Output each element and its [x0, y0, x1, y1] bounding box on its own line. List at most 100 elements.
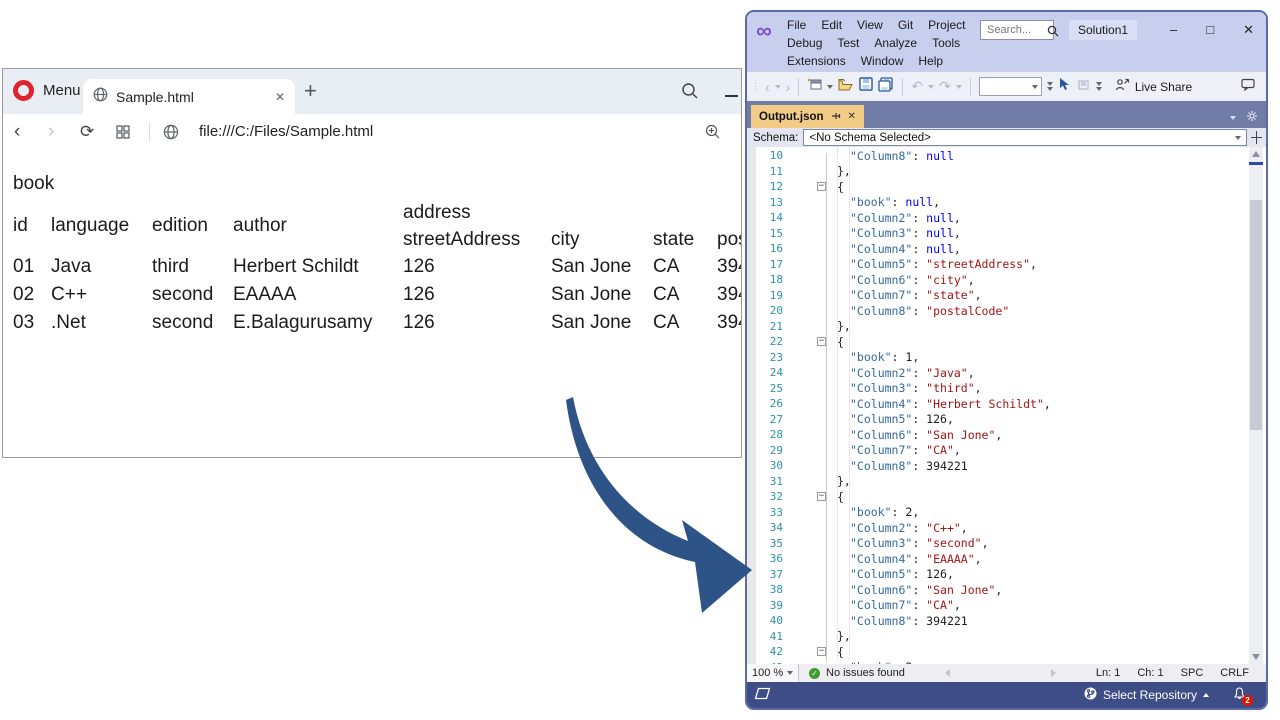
- redo-dropdown-icon[interactable]: [956, 85, 962, 89]
- menu-edit[interactable]: Edit: [821, 18, 842, 32]
- vs-close-button[interactable]: ✕: [1243, 22, 1254, 38]
- code-line-29[interactable]: 29"Column7": "CA",: [747, 443, 1248, 459]
- menu-test[interactable]: Test: [837, 36, 859, 50]
- code-line-26[interactable]: 26"Column4": "Herbert Schildt",: [747, 396, 1248, 412]
- vs-minimize-button[interactable]: –: [1170, 22, 1177, 38]
- code-line-12[interactable]: 12−{: [747, 179, 1248, 195]
- background-tasks-icon[interactable]: [754, 687, 771, 703]
- code-line-30[interactable]: 30"Column8": 394221: [747, 458, 1248, 474]
- back-icon[interactable]: ‹: [14, 114, 20, 149]
- speed-dial-icon[interactable]: [116, 114, 130, 149]
- solution-name-badge[interactable]: Solution1: [1069, 20, 1137, 40]
- url-field[interactable]: file:///C:/Files/Sample.html: [199, 114, 373, 149]
- split-window-icon[interactable]: [1249, 130, 1264, 145]
- menu-extensions[interactable]: Extensions: [787, 54, 846, 68]
- code-line-37[interactable]: 37"Column5": 126,: [747, 567, 1248, 583]
- new-project-dropdown-icon[interactable]: [827, 85, 833, 89]
- menu-view[interactable]: View: [857, 18, 883, 32]
- gear-icon[interactable]: [1246, 109, 1258, 127]
- opera-logo-icon[interactable]: [13, 80, 34, 101]
- code-line-28[interactable]: 28"Column6": "San Jone",: [747, 427, 1248, 443]
- fold-collapse-box[interactable]: −: [817, 182, 826, 191]
- menu-project[interactable]: Project: [928, 18, 965, 32]
- live-share-icon[interactable]: [1115, 78, 1130, 96]
- code-line-19[interactable]: 19"Column7": "state",: [747, 288, 1248, 304]
- new-tab-button[interactable]: +: [304, 78, 317, 104]
- menu-git[interactable]: Git: [898, 18, 913, 32]
- vs-search-input[interactable]: [980, 20, 1054, 40]
- feedback-icon[interactable]: [1241, 78, 1256, 96]
- fold-collapse-box[interactable]: −: [817, 647, 826, 656]
- code-line-25[interactable]: 25"Column3": "third",: [747, 381, 1248, 397]
- column-indicator[interactable]: Ch: 1: [1137, 667, 1163, 679]
- code-line-18[interactable]: 18"Column6": "city",: [747, 272, 1248, 288]
- undo-icon[interactable]: ↶: [911, 78, 923, 95]
- save-all-icon[interactable]: [878, 77, 894, 97]
- forward-icon[interactable]: ›: [48, 114, 54, 149]
- scroll-up-icon[interactable]: [1252, 151, 1260, 157]
- code-line-33[interactable]: 33"book": 2,: [747, 505, 1248, 521]
- code-line-14[interactable]: 14"Column2": null,: [747, 210, 1248, 226]
- zoom-in-icon[interactable]: [705, 114, 721, 149]
- code-line-11[interactable]: 11},: [747, 164, 1248, 180]
- search-icon[interactable]: [1047, 24, 1059, 42]
- live-share-button[interactable]: Live Share: [1135, 80, 1192, 94]
- code-line-39[interactable]: 39"Column7": "CA",: [747, 598, 1248, 614]
- menu-file[interactable]: File: [787, 18, 806, 32]
- redo-icon[interactable]: ↷: [939, 78, 951, 95]
- cursor-pointer-icon[interactable]: [1058, 77, 1072, 96]
- navigate-forward-icon[interactable]: ›: [786, 79, 791, 95]
- menu-tools[interactable]: Tools: [932, 36, 960, 50]
- save-icon[interactable]: [859, 77, 873, 96]
- scrollbar-thumb[interactable]: [1250, 200, 1262, 430]
- doc-tab-close-icon[interactable]: ✕: [848, 111, 856, 122]
- code-line-41[interactable]: 41},: [747, 629, 1248, 645]
- code-line-13[interactable]: 13"book": null,: [747, 195, 1248, 211]
- browser-tab[interactable]: Sample.html ✕: [83, 79, 295, 114]
- code-line-21[interactable]: 21},: [747, 319, 1248, 335]
- code-line-24[interactable]: 24"Column2": "Java",: [747, 365, 1248, 381]
- json-editor[interactable]: 10"Column8": null11},12−{13"book": null,…: [747, 147, 1266, 664]
- scroll-left-icon[interactable]: [945, 669, 950, 677]
- browser-menu-button[interactable]: Menu: [43, 82, 81, 99]
- code-line-16[interactable]: 16"Column4": null,: [747, 241, 1248, 257]
- code-line-34[interactable]: 34"Column2": "C++",: [747, 520, 1248, 536]
- code-line-31[interactable]: 31},: [747, 474, 1248, 490]
- menu-analyze[interactable]: Analyze: [874, 36, 917, 50]
- scroll-right-icon[interactable]: [1051, 669, 1056, 677]
- document-tab-outputjson[interactable]: Output.json ✕: [751, 105, 864, 128]
- menu-window[interactable]: Window: [861, 54, 904, 68]
- vs-maximize-button[interactable]: □: [1206, 22, 1214, 38]
- code-line-36[interactable]: 36"Column4": "EAAAA",: [747, 551, 1248, 567]
- horizontal-scrollbar[interactable]: [905, 669, 1096, 677]
- code-line-23[interactable]: 23"book": 1,: [747, 350, 1248, 366]
- schema-combobox[interactable]: <No Schema Selected>: [803, 129, 1247, 146]
- eol-indicator[interactable]: CRLF: [1220, 667, 1249, 679]
- vertical-scrollbar[interactable]: [1249, 147, 1263, 664]
- fold-collapse-box[interactable]: −: [817, 337, 826, 346]
- configuration-combobox[interactable]: [979, 77, 1042, 96]
- spaces-indicator[interactable]: SPC: [1181, 667, 1204, 679]
- undo-dropdown-icon[interactable]: [928, 85, 934, 89]
- open-file-icon[interactable]: [838, 78, 854, 96]
- code-line-32[interactable]: 32−{: [747, 489, 1248, 505]
- code-line-22[interactable]: 22−{: [747, 334, 1248, 350]
- browser-minimize-button[interactable]: [725, 95, 738, 97]
- code-line-38[interactable]: 38"Column6": "San Jone",: [747, 582, 1248, 598]
- line-indicator[interactable]: Ln: 1: [1096, 667, 1120, 679]
- attach-icon[interactable]: [1077, 78, 1091, 96]
- pin-icon[interactable]: [831, 110, 841, 123]
- code-line-10[interactable]: 10"Column8": null: [747, 148, 1248, 164]
- menu-debug[interactable]: Debug: [787, 36, 822, 50]
- menu-help[interactable]: Help: [918, 54, 943, 68]
- scroll-down-icon[interactable]: [1252, 654, 1260, 660]
- reload-icon[interactable]: ⟳: [80, 114, 94, 149]
- code-line-27[interactable]: 27"Column5": 126,: [747, 412, 1248, 428]
- search-icon[interactable]: [681, 82, 699, 105]
- navigate-back-icon[interactable]: ‹: [765, 79, 770, 95]
- navigate-back-dropdown-icon[interactable]: [775, 85, 781, 89]
- new-project-icon[interactable]: [807, 77, 822, 96]
- code-line-42[interactable]: 42−{: [747, 644, 1248, 660]
- tab-close-icon[interactable]: ✕: [275, 90, 285, 104]
- code-line-20[interactable]: 20"Column8": "postalCode": [747, 303, 1248, 319]
